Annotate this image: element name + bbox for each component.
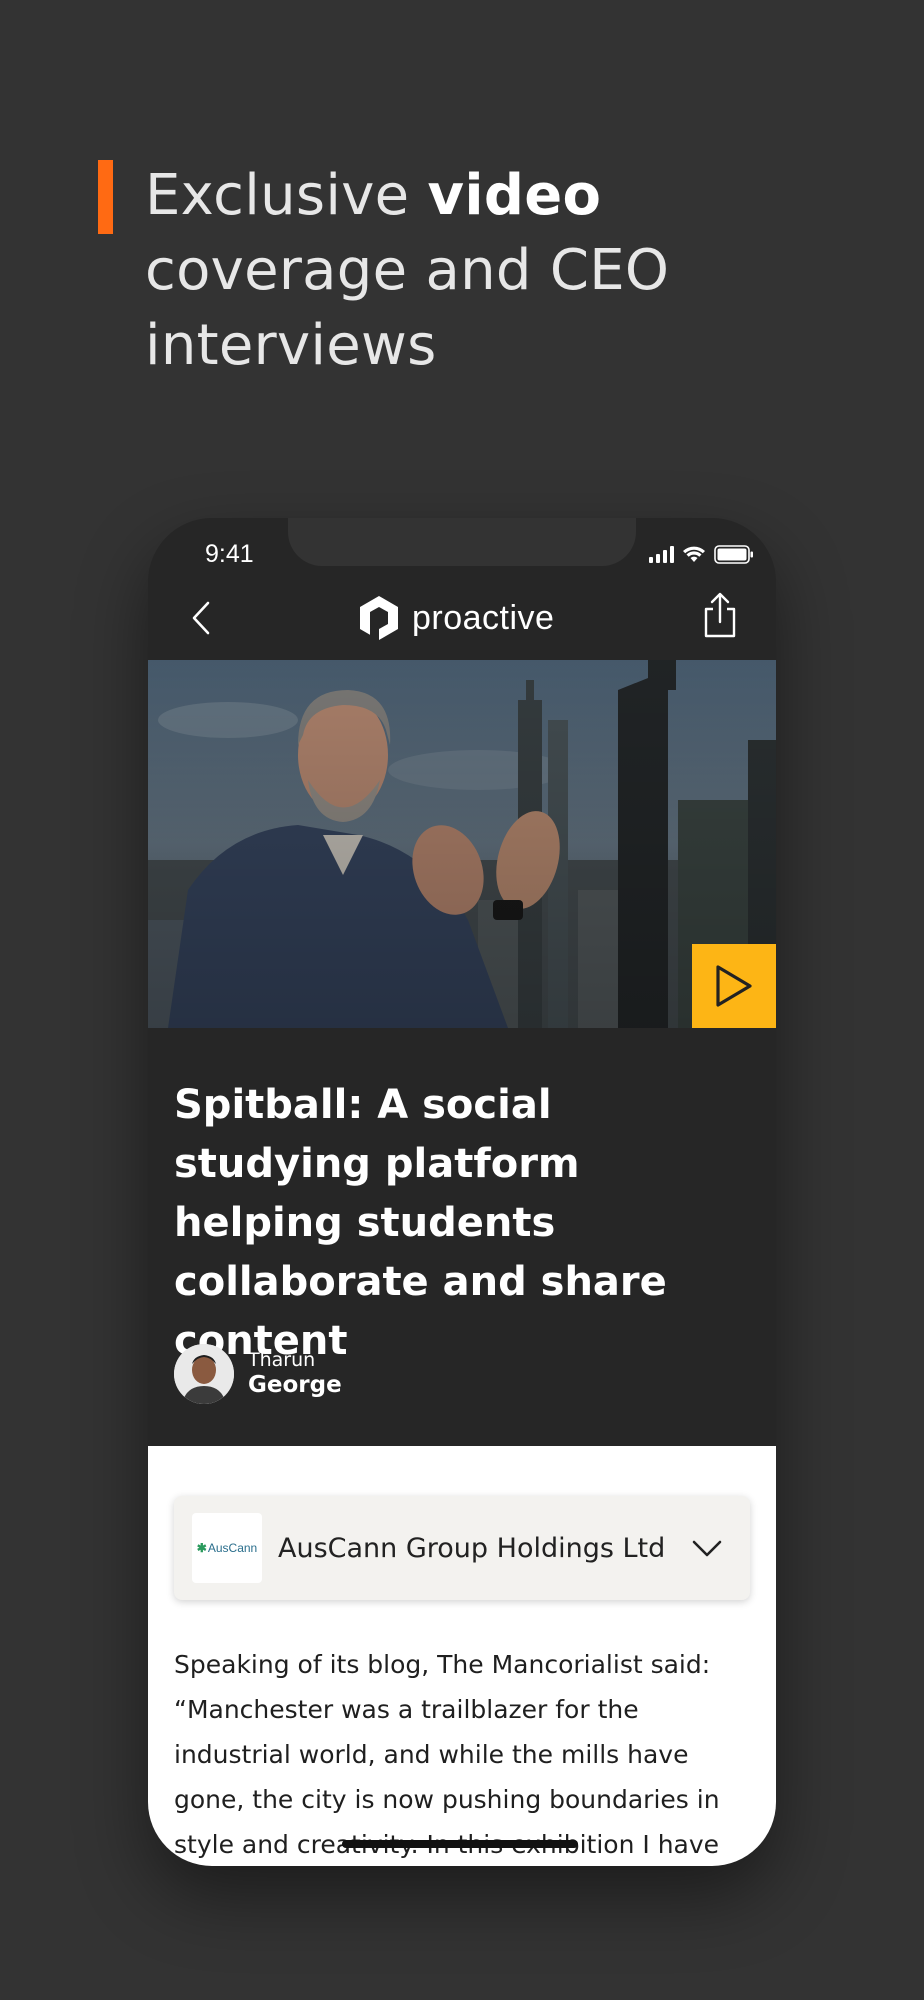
headline-accent-bar	[98, 160, 113, 234]
play-button[interactable]	[692, 944, 776, 1028]
headline: Exclusive video coverage and CEO intervi…	[98, 158, 858, 383]
status-time: 9:41	[205, 540, 254, 568]
headline-part2: coverage and CEO interviews	[145, 238, 670, 378]
home-indicator[interactable]	[342, 1840, 578, 1848]
video-scene-image	[148, 660, 776, 1028]
wifi-icon	[683, 546, 705, 562]
video-thumbnail[interactable]	[148, 660, 776, 1028]
company-dropdown[interactable]: ✱ AusCann AusCann Group Holdings Ltd	[174, 1496, 750, 1600]
author-last-name: George	[248, 1372, 342, 1398]
company-name: AusCann Group Holdings Ltd	[278, 1532, 666, 1564]
company-logo-mark: ✱	[196, 1541, 207, 1555]
article-title: Spitball: A social studying platform hel…	[174, 1082, 667, 1364]
proactive-logo-icon	[360, 596, 398, 641]
signal-icon	[649, 545, 674, 563]
article-content: ✱ AusCann AusCann Group Holdings Ltd Spea…	[148, 1446, 776, 1866]
phone-mockup: 9:41 proactive Spitball: A social studyi…	[148, 518, 776, 1866]
nav-bar: proactive	[148, 578, 776, 658]
author-avatar	[174, 1344, 234, 1404]
headline-part1: Exclusive	[145, 163, 428, 228]
play-icon	[716, 965, 752, 1007]
phone-notch	[288, 518, 636, 566]
company-logo-text: AusCann	[207, 1541, 258, 1555]
company-logo: ✱ AusCann	[192, 1513, 262, 1583]
battery-icon	[714, 544, 753, 564]
headline-text: Exclusive video coverage and CEO intervi…	[145, 158, 858, 383]
author-first-name: Tharun	[248, 1349, 316, 1371]
status-icons	[649, 542, 754, 566]
headline-bold: video	[427, 163, 602, 228]
back-button[interactable]	[182, 598, 222, 638]
logo-text: proactive	[412, 598, 555, 637]
share-button[interactable]	[700, 592, 740, 640]
article-body: Speaking of its blog, The Mancorialist s…	[174, 1650, 720, 1859]
proactive-logo: proactive	[356, 592, 554, 644]
chevron-down-icon[interactable]	[690, 1531, 724, 1565]
author-byline[interactable]: Tharun George	[174, 1344, 342, 1404]
